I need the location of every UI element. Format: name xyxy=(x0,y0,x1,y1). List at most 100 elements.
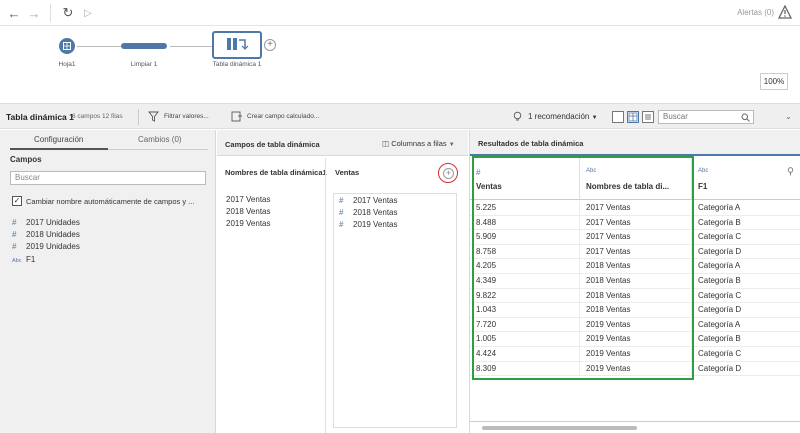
string-type-icon: Abc xyxy=(12,258,22,264)
calculated-field-icon[interactable] xyxy=(231,111,242,122)
field-item[interactable]: #2017 Unidades xyxy=(12,218,80,227)
forward-arrow-icon[interactable]: → xyxy=(26,5,42,21)
recommendation-dropdown[interactable]: 1 recomendación ▼ xyxy=(528,112,598,121)
table-cell[interactable]: Categoría A xyxy=(692,259,800,274)
table-cell[interactable]: 2017 Ventas xyxy=(580,244,692,260)
refresh-icon[interactable]: ↻ xyxy=(60,5,76,21)
column-name: Nombres de tabla di... xyxy=(586,182,670,191)
table-cell[interactable]: 4.424 xyxy=(470,347,580,362)
table-bottom-border xyxy=(470,421,800,422)
number-type-icon: # xyxy=(339,220,344,229)
table-cell[interactable]: Categoría A xyxy=(692,318,800,333)
run-play-icon[interactable]: ▷ xyxy=(80,5,96,21)
pivot-value-name: 2018 Ventas xyxy=(353,208,398,217)
table-cell[interactable]: 2019 Ventas xyxy=(580,347,692,362)
auto-rename-label: Cambiar nombre automáticamente de campos… xyxy=(26,197,195,206)
table-cell[interactable]: Categoría C xyxy=(692,230,800,245)
tab-configuration[interactable]: Configuración xyxy=(34,135,83,144)
table-cell[interactable]: 2018 Ventas xyxy=(580,288,692,304)
add-pivot-values-icon[interactable]: + xyxy=(443,168,454,179)
string-type-icon: Abc xyxy=(698,168,709,174)
table-cell[interactable]: 4.205 xyxy=(470,259,580,274)
table-cell[interactable]: 2019 Ventas xyxy=(580,317,692,333)
auto-rename-checkbox[interactable]: ✓ xyxy=(12,196,22,206)
field-item[interactable]: #2018 Unidades xyxy=(12,230,80,239)
table-cell[interactable]: 8.309 xyxy=(470,361,580,377)
table-cell[interactable]: Categoría C xyxy=(692,347,800,362)
data-search-input[interactable]: Buscar xyxy=(658,110,754,124)
fields-search-input[interactable]: Buscar xyxy=(10,171,206,185)
table-cell[interactable]: Categoría D xyxy=(692,303,800,318)
pivot-value-item[interactable]: #2018 Ventas xyxy=(339,208,397,217)
flow-connector xyxy=(77,46,121,47)
table-cell[interactable]: Categoría A xyxy=(692,201,800,216)
alerts-label[interactable]: Alertas (0) xyxy=(737,8,774,17)
add-step-icon[interactable]: + xyxy=(264,39,276,51)
pivot-value-name: 2019 Ventas xyxy=(353,220,398,229)
table-cell[interactable]: 1.043 xyxy=(470,303,580,318)
annotation-circle: + xyxy=(438,163,458,183)
warning-icon[interactable] xyxy=(778,5,792,19)
create-calculated-field-button[interactable]: Crear campo calculado... xyxy=(247,113,319,120)
tab-changes[interactable]: Cambios (0) xyxy=(138,135,182,144)
flow-connector xyxy=(170,46,212,47)
view-profile-icon[interactable] xyxy=(612,111,624,123)
table-cell[interactable]: 9.822 xyxy=(470,288,580,304)
column-info-icon[interactable] xyxy=(787,167,794,176)
pivot-value-item[interactable]: #2017 Ventas xyxy=(339,196,397,205)
pivot-name-item[interactable]: 2017 Ventas xyxy=(226,195,270,204)
horizontal-scrollbar[interactable] xyxy=(482,426,637,430)
lightbulb-icon xyxy=(513,111,522,121)
zoom-level[interactable]: 100% xyxy=(760,73,788,90)
pivot-names-header: Nombres de tabla dinámica1 xyxy=(225,168,327,177)
pivot-step-node[interactable] xyxy=(212,31,262,59)
table-cell[interactable]: Categoría B xyxy=(692,332,800,347)
active-tab-indicator xyxy=(10,148,108,150)
back-arrow-icon[interactable]: ← xyxy=(6,5,22,21)
table-cell[interactable]: Categoría D xyxy=(692,245,800,260)
table-cell[interactable]: 4.349 xyxy=(470,274,580,289)
field-item[interactable]: Abc F1 xyxy=(12,255,35,264)
fields-title: Campos xyxy=(10,155,42,164)
table-cell[interactable]: 8.758 xyxy=(470,244,580,260)
pivot-name-item[interactable]: 2018 Ventas xyxy=(226,207,270,216)
table-cell[interactable]: 7.720 xyxy=(470,317,580,333)
filter-icon[interactable] xyxy=(148,111,159,122)
table-cell[interactable]: 1.005 xyxy=(470,332,580,347)
clean-step-node[interactable] xyxy=(121,43,167,49)
table-cell[interactable]: 2017 Ventas xyxy=(580,201,692,216)
column-header-ventas[interactable]: # Ventas xyxy=(470,156,580,200)
pivot-step-label: Tabla dinámica 1 xyxy=(212,61,262,68)
column-header-f1[interactable]: Abc F1 xyxy=(692,156,800,200)
field-item[interactable]: #2019 Unidades xyxy=(12,242,80,251)
table-cell[interactable]: 2019 Ventas xyxy=(580,332,692,347)
pivot-values-header: Ventas xyxy=(335,168,360,177)
pivot-value-item[interactable]: #2019 Ventas xyxy=(339,220,397,229)
table-cell[interactable]: 2018 Ventas xyxy=(580,274,692,289)
table-cell[interactable]: 2017 Ventas xyxy=(580,230,692,245)
table-cell[interactable]: 2018 Ventas xyxy=(580,303,692,318)
table-cell[interactable]: 5.225 xyxy=(470,201,580,216)
column-header-pivot-names[interactable]: Abc Nombres de tabla di... xyxy=(580,156,692,200)
pivot-mode-dropdown[interactable]: ◫ Columnas a filas ▼ xyxy=(382,139,455,148)
string-type-icon: Abc xyxy=(586,168,597,174)
pivot-name-item[interactable]: 2019 Ventas xyxy=(226,219,270,228)
results-title: Resultados de tabla dinámica xyxy=(478,139,584,148)
view-grid-icon[interactable] xyxy=(627,111,639,123)
clean-step-label: Limpiar 1 xyxy=(130,61,158,68)
table-cell[interactable]: 5.909 xyxy=(470,230,580,245)
pivot-fields-title: Campos de tabla dinámica xyxy=(225,140,320,149)
chevron-down-icon[interactable]: ⌄ xyxy=(785,112,792,121)
view-list-icon[interactable] xyxy=(642,111,654,123)
table-cell[interactable]: Categoría C xyxy=(692,289,800,304)
filter-values-button[interactable]: Filtrar valores... xyxy=(164,113,209,120)
table-cell[interactable]: 2017 Ventas xyxy=(580,215,692,231)
table-cell[interactable]: Categoría D xyxy=(692,362,800,377)
column-name: Ventas xyxy=(476,182,502,191)
table-cell[interactable]: Categoría B xyxy=(692,274,800,289)
table-cell[interactable]: 8.488 xyxy=(470,215,580,231)
input-step-node[interactable] xyxy=(59,38,75,54)
table-cell[interactable]: 2019 Ventas xyxy=(580,361,692,377)
table-cell[interactable]: Categoría B xyxy=(692,216,800,231)
table-cell[interactable]: 2018 Ventas xyxy=(580,259,692,274)
